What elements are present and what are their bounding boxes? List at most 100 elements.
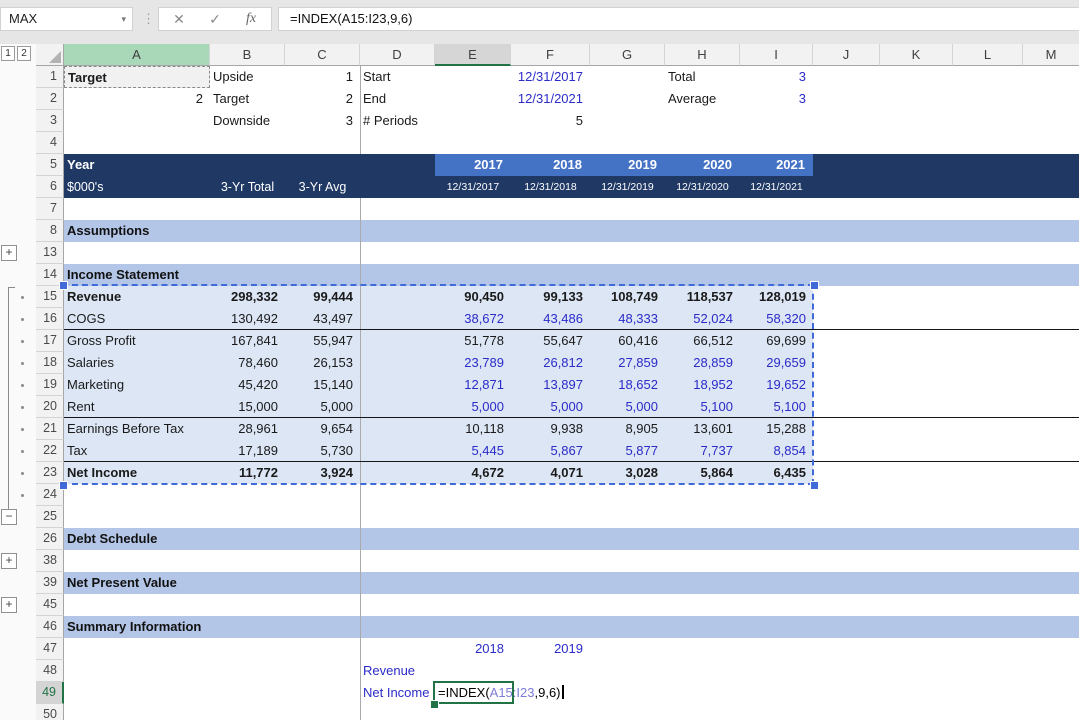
cell-A20[interactable]: Rent [67, 396, 210, 418]
cell-B15[interactable]: 298,332 [210, 286, 278, 308]
column-header-G[interactable]: G [590, 44, 665, 66]
column-header-D[interactable]: D [360, 44, 435, 66]
outline-level-1-button[interactable]: 1 [1, 46, 15, 61]
select-all-corner[interactable] [36, 44, 64, 66]
cell-E16[interactable]: 38,672 [435, 308, 504, 330]
cell-E23[interactable]: 4,672 [435, 462, 504, 484]
cell-H18[interactable]: 28,859 [665, 352, 733, 374]
cell-A21[interactable]: Earnings Before Tax [67, 418, 210, 440]
cell-D48[interactable]: Revenue [360, 660, 435, 682]
cell-F3[interactable]: 5 [511, 110, 583, 132]
insert-function-icon[interactable]: fx [233, 8, 269, 30]
cell-F20[interactable]: 5,000 [511, 396, 583, 418]
cell-C18[interactable]: 26,153 [285, 352, 353, 374]
cell-F15[interactable]: 99,133 [511, 286, 583, 308]
column-header-K[interactable]: K [880, 44, 953, 66]
cell-I20[interactable]: 5,100 [740, 396, 806, 418]
column-header-I[interactable]: I [740, 44, 813, 66]
row-header-19[interactable]: 19 [36, 374, 64, 396]
cell-H21[interactable]: 13,601 [665, 418, 733, 440]
cell-C3[interactable]: 3 [285, 110, 353, 132]
cell-A18[interactable]: Salaries [67, 352, 210, 374]
row-header-6[interactable]: 6 [36, 176, 64, 198]
cell-B19[interactable]: 45,420 [210, 374, 278, 396]
marquee-handle-top-left[interactable] [59, 281, 68, 290]
cell-G22[interactable]: 5,877 [590, 440, 658, 462]
cell-E22[interactable]: 5,445 [435, 440, 504, 462]
cell-B2[interactable]: Target [210, 88, 285, 110]
cell-G17[interactable]: 60,416 [590, 330, 658, 352]
column-header-C[interactable]: C [285, 44, 360, 66]
column-header-J[interactable]: J [813, 44, 880, 66]
cell-H19[interactable]: 18,952 [665, 374, 733, 396]
cell-G5[interactable]: 2019 [590, 154, 657, 176]
cell-B22[interactable]: 17,189 [210, 440, 278, 462]
cell-G18[interactable]: 27,859 [590, 352, 658, 374]
row-header-45[interactable]: 45 [36, 594, 64, 616]
column-header-B[interactable]: B [210, 44, 285, 66]
row-header-1[interactable]: 1 [36, 66, 64, 88]
cell-C16[interactable]: 43,497 [285, 308, 353, 330]
cell-F21[interactable]: 9,938 [511, 418, 583, 440]
cell-A2[interactable]: 2 [64, 88, 203, 110]
outline-collapse-button-row-25[interactable]: − [1, 509, 17, 525]
row-header-20[interactable]: 20 [36, 396, 64, 418]
section-band-income-statement[interactable]: Income Statement [64, 264, 1079, 286]
cell-E18[interactable]: 23,789 [435, 352, 504, 374]
cell-I16[interactable]: 58,320 [740, 308, 806, 330]
column-header-A[interactable]: A [64, 44, 210, 66]
cell-H16[interactable]: 52,024 [665, 308, 733, 330]
cell-I17[interactable]: 69,699 [740, 330, 806, 352]
marquee-handle-top-right[interactable] [810, 281, 819, 290]
cell-I23[interactable]: 6,435 [740, 462, 806, 484]
cell-I15[interactable]: 128,019 [740, 286, 806, 308]
cell-D1[interactable]: Start [360, 66, 435, 88]
cell-C21[interactable]: 9,654 [285, 418, 353, 440]
cell-H2[interactable]: Average [665, 88, 740, 110]
cell-A6[interactable]: $000's [67, 176, 103, 198]
cell-E19[interactable]: 12,871 [435, 374, 504, 396]
cell-F23[interactable]: 4,071 [511, 462, 583, 484]
cell-H15[interactable]: 118,537 [665, 286, 733, 308]
cell-C22[interactable]: 5,730 [285, 440, 353, 462]
cell-G20[interactable]: 5,000 [590, 396, 658, 418]
cell-A16[interactable]: COGS [67, 308, 210, 330]
cell-H1[interactable]: Total [665, 66, 740, 88]
cell-A17[interactable]: Gross Profit [67, 330, 210, 352]
cell-F1[interactable]: 12/31/2017 [511, 66, 583, 88]
cell-I18[interactable]: 29,659 [740, 352, 806, 374]
formula-input[interactable]: =INDEX(A15:I23,9,6) [278, 7, 1079, 31]
fill-handle[interactable] [430, 700, 439, 709]
row-header-47[interactable]: 47 [36, 638, 64, 660]
cell-A23[interactable]: Net Income [67, 462, 210, 484]
cell-I2[interactable]: 3 [740, 88, 806, 110]
cell-D49[interactable]: Net Income [360, 682, 435, 704]
cell-G6[interactable]: 12/31/2019 [590, 176, 665, 198]
cell-F5[interactable]: 2018 [511, 154, 582, 176]
row-header-25[interactable]: 25 [36, 506, 64, 528]
cell-E15[interactable]: 90,450 [435, 286, 504, 308]
row-header-8[interactable]: 8 [36, 220, 64, 242]
row-header-46[interactable]: 46 [36, 616, 64, 638]
cell-I5[interactable]: 2021 [740, 154, 805, 176]
cell-G19[interactable]: 18,652 [590, 374, 658, 396]
outline-level-2-button[interactable]: 2 [17, 46, 31, 61]
cell-I19[interactable]: 19,652 [740, 374, 806, 396]
cell-E6[interactable]: 12/31/2017 [435, 176, 511, 198]
cell-F47[interactable]: 2019 [511, 638, 583, 660]
cell-E17[interactable]: 51,778 [435, 330, 504, 352]
row-header-50[interactable]: 50 [36, 704, 64, 720]
cell-B1[interactable]: Upside [210, 66, 285, 88]
cell-B17[interactable]: 167,841 [210, 330, 278, 352]
cell-H5[interactable]: 2020 [665, 154, 732, 176]
confirm-icon[interactable]: ✓ [197, 8, 233, 30]
row-header-3[interactable]: 3 [36, 110, 64, 132]
section-band-summary-information[interactable]: Summary Information [64, 616, 1079, 638]
cell-B20[interactable]: 15,000 [210, 396, 278, 418]
cell-C19[interactable]: 15,140 [285, 374, 353, 396]
cancel-icon[interactable]: ✕ [161, 8, 197, 30]
name-box-dropdown-icon[interactable]: ▾ [121, 8, 126, 30]
column-header-M[interactable]: M [1023, 44, 1079, 66]
cell-C15[interactable]: 99,444 [285, 286, 353, 308]
cell-B18[interactable]: 78,460 [210, 352, 278, 374]
